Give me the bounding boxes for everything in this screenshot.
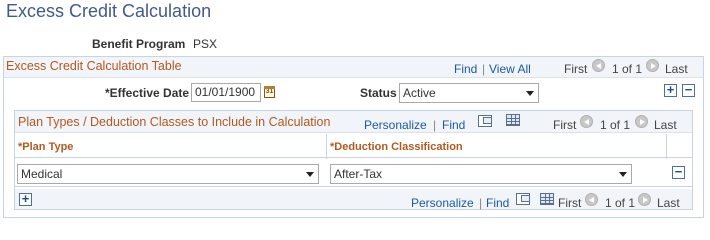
inner-find-link[interactable]: Find: [442, 118, 465, 132]
add-row-button[interactable]: +: [664, 83, 677, 97]
status-select[interactable]: Active: [399, 83, 539, 103]
inner-first-label: First: [553, 118, 577, 132]
footer-personalize-link[interactable]: Personalize: [411, 196, 474, 210]
plan-types-grid-title: Plan Types / Deduction Classes to Includ…: [18, 115, 331, 129]
footer-first-label: First: [558, 196, 582, 210]
zoom-icon[interactable]: [478, 115, 492, 127]
deduction-classification-select[interactable]: After-Tax: [330, 164, 632, 184]
deduction-classification-column-header: *Deduction Classification: [330, 141, 463, 153]
inner-page-count: 1 of 1: [600, 118, 631, 132]
outer-page-count: 1 of 1: [612, 62, 643, 76]
inner-last-label: Last: [654, 118, 677, 132]
status-select-value: Active: [403, 86, 436, 100]
plan-type-select-value: Medical: [21, 167, 63, 181]
plan-type-column-header: *Plan Type: [18, 141, 74, 153]
outer-first-label: First: [564, 62, 588, 76]
footer-nav-prev-icon[interactable]: [585, 193, 598, 206]
footer-page-count: 1 of 1: [605, 196, 636, 210]
status-label: Status: [360, 86, 397, 100]
add-grid-row-button[interactable]: +: [19, 192, 32, 206]
calendar-icon[interactable]: 31: [264, 86, 275, 98]
page-title: Excess Credit Calculation: [6, 1, 212, 21]
delete-grid-row-button[interactable]: −: [672, 165, 685, 179]
footer-nav-next-icon[interactable]: [638, 193, 651, 206]
outer-last-label: Last: [665, 62, 688, 76]
benefit-program-label: Benefit Program: [92, 37, 186, 51]
deduction-classification-select-value: After-Tax: [334, 167, 383, 181]
inner-separator: |: [433, 118, 437, 132]
inner-nav-next-icon[interactable]: [635, 115, 648, 128]
inner-nav-prev-icon[interactable]: [580, 115, 593, 128]
chevron-down-icon: [619, 172, 627, 177]
outer-nav-prev-icon[interactable]: [592, 59, 605, 72]
outer-nav-next-icon[interactable]: [646, 59, 659, 72]
inner-personalize-link[interactable]: Personalize: [364, 118, 427, 132]
chevron-down-icon: [306, 172, 314, 177]
outer-separator: |: [482, 62, 486, 76]
chevron-down-icon: [526, 91, 534, 96]
download-grid-icon[interactable]: [506, 114, 520, 126]
excess-credit-table-title: Excess Credit Calculation Table: [6, 59, 182, 73]
effective-date-label: *Effective Date: [105, 86, 190, 100]
footer-zoom-icon[interactable]: [516, 193, 530, 205]
footer-last-label: Last: [657, 196, 680, 210]
footer-find-link[interactable]: Find: [486, 196, 509, 210]
footer-download-grid-icon[interactable]: [540, 193, 554, 205]
plan-type-select[interactable]: Medical: [17, 164, 319, 184]
outer-view-all-link[interactable]: View All: [489, 62, 531, 76]
delete-row-button[interactable]: −: [682, 83, 695, 97]
benefit-program-value: PSX: [193, 37, 218, 51]
footer-separator: |: [479, 196, 483, 210]
outer-find-link[interactable]: Find: [454, 62, 477, 76]
effective-date-input[interactable]: 01/01/1900: [191, 83, 261, 102]
